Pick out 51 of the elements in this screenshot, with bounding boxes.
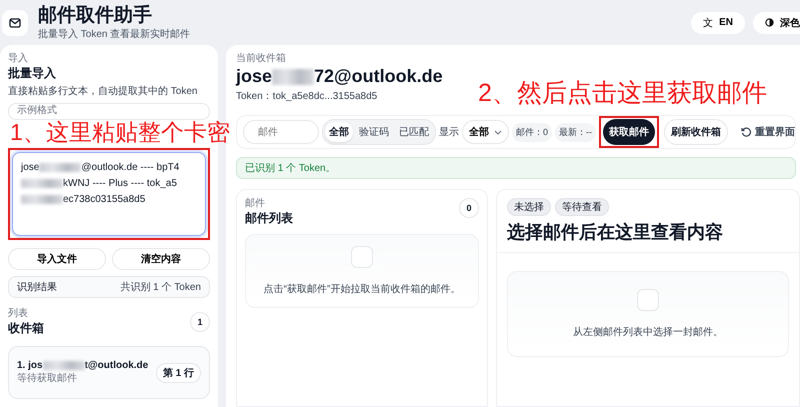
show-label: 显示 [439,126,459,139]
placeholder-icon [351,246,373,268]
section-label: 列表 [8,308,29,320]
chevron-down-icon [494,130,502,134]
count-badge: 0 [459,198,479,218]
section-label: 当前收件箱 [236,53,287,65]
filter-tab[interactable]: 全部 [325,122,353,142]
app-title: 邮件取件助手 [38,4,153,26]
count-badge: 1 [190,312,210,332]
stat-chip: 最新：-- [555,122,596,142]
action-button[interactable]: 导入文件 [8,248,106,270]
result-label: 识别结果 [17,280,57,294]
toolbar-button[interactable]: 刷新收件箱 [664,119,728,145]
inbox-item[interactable]: 1. jos t@outlook.de 等待获取邮件 第 1 行 [8,346,210,399]
section-title: 邮件列表 [245,210,293,226]
section-title: 收件箱 [8,320,44,336]
search-field[interactable]: 邮件 [243,120,319,144]
empty-message: 点击“获取邮件”开始拉取当前收件箱的邮件。 [264,282,460,296]
status-tag: 等待查看 [555,198,609,216]
toolbar-button[interactable]: 重置界面 [735,119,800,145]
placeholder-icon [637,289,659,311]
reset-icon [741,127,752,137]
inbox-email: 1. jos t@outlook.de [17,360,148,371]
notice-bar: 已识别 1 个 Token。 [236,157,796,179]
filter-tab[interactable]: 验证码 [355,122,393,142]
row-badge: 第 1 行 [156,362,201,382]
language-button[interactable]: 文 EN [691,12,745,34]
app-subtitle: 批量导入 Token 查看最新实时邮件 [38,28,190,40]
mail-icon [2,10,28,36]
import-description: 直接粘贴多行文本，自动提取其中的 Token [8,84,198,98]
stat-chip: 邮件：0 [512,122,552,142]
inbox-status: 等待获取邮件 [17,372,78,385]
section-label: 邮件 [245,198,266,210]
token-text: Token：tok_a5e8dc...3155a8d5 [236,90,378,103]
filter-tab[interactable]: 已匹配 [395,122,433,142]
empty-message: 从左侧邮件列表中选择一封邮件。 [573,326,723,339]
annotation-text: 2、然后点击这里获取邮件 [478,80,767,107]
section-title: 批量导入 [8,65,57,81]
contrast-icon [765,18,774,27]
result-value: 共识别 1 个 Token [120,280,201,294]
toolbar-button[interactable]: 获取邮件 [603,119,656,145]
action-button[interactable]: 清空内容 [112,248,210,270]
annotation-text: 1、这里粘贴整个卡密 [10,120,230,145]
status-tag: 未选择 [507,198,551,216]
viewer-title: 选择邮件后在这里查看内容 [507,221,724,244]
theme-button[interactable]: 深色 [753,12,800,34]
current-email: jose 72@outlook.de [236,65,444,87]
sample-format-field: 示例格式 [8,103,210,120]
paste-field[interactable]: jose @outlook.de ---- bpT4 kWNJ ---- Plus ---- tok_a5 ec738c03155a8d5 [12,152,206,236]
section-label: 导入 [8,53,29,65]
show-dropdown[interactable]: 全部 [462,120,509,144]
